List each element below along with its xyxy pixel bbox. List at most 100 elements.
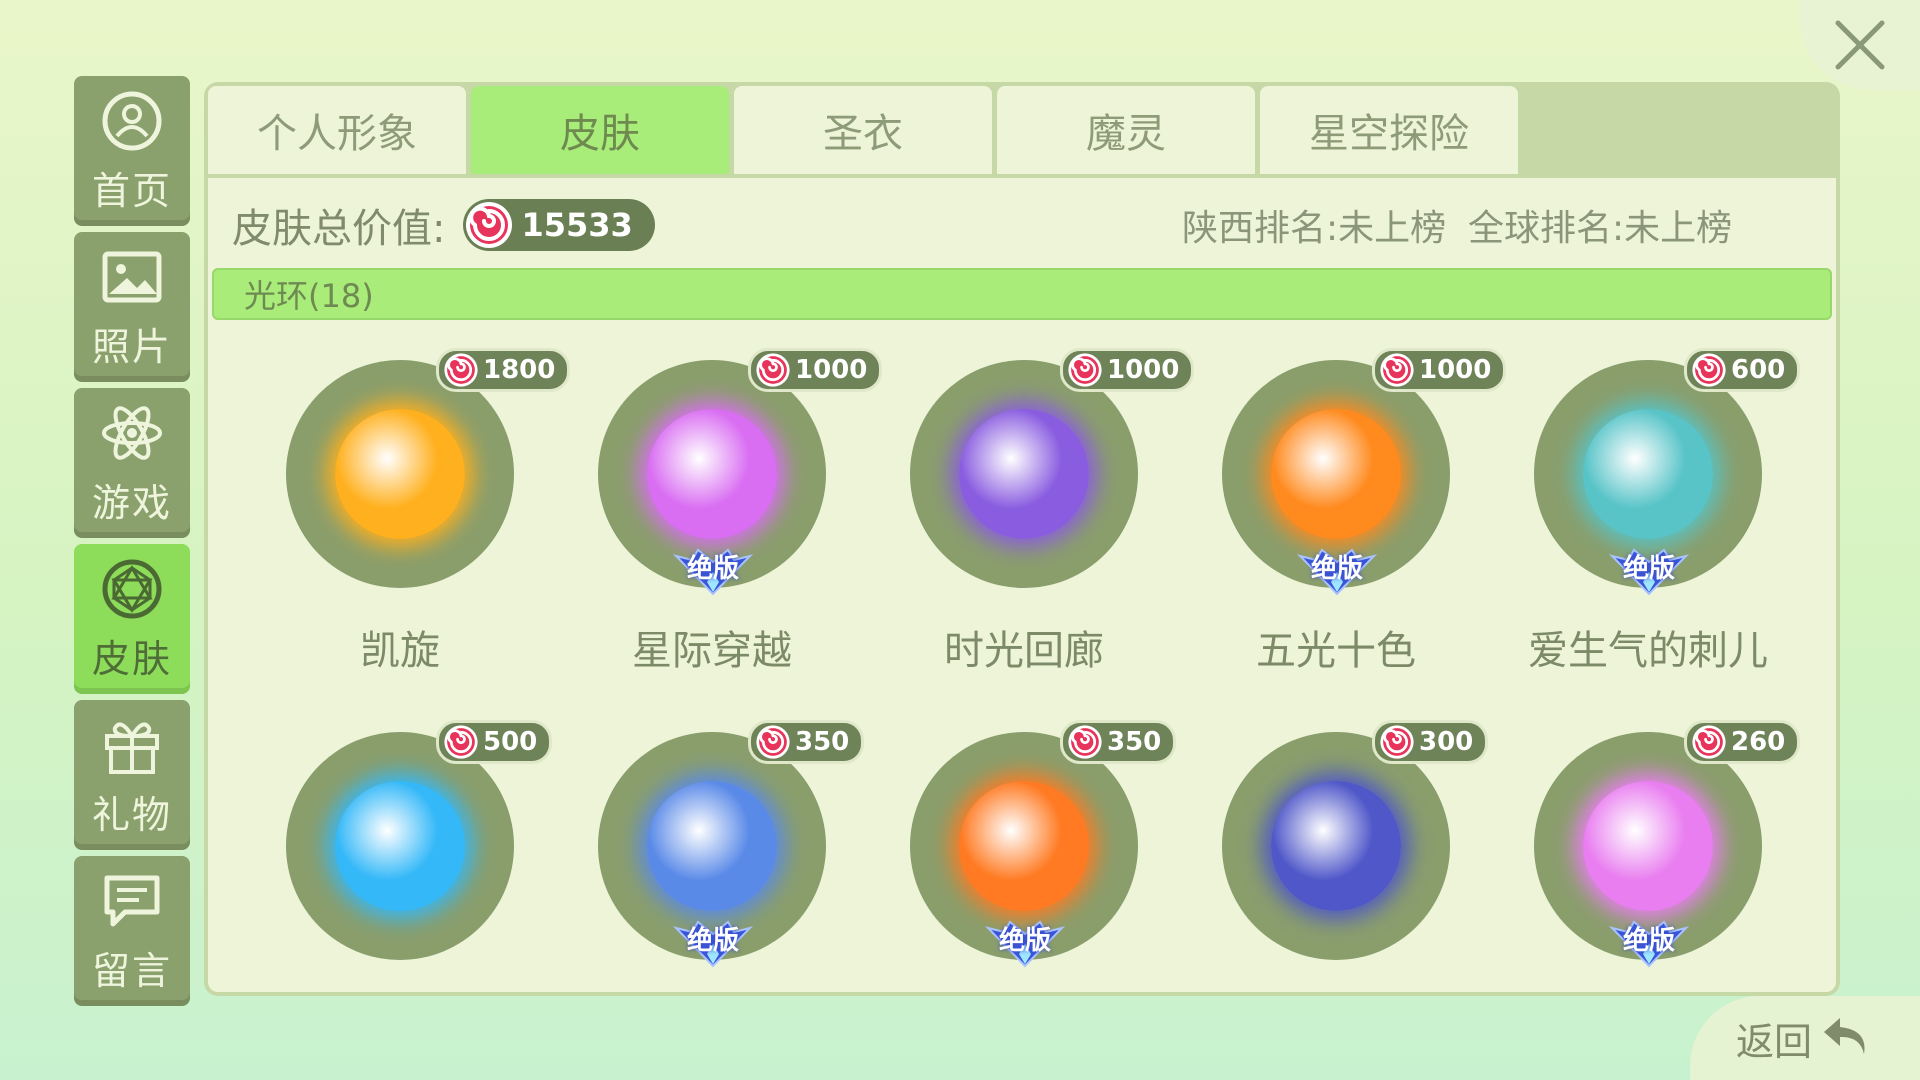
skin-name: 时光回廊 bbox=[944, 628, 1104, 674]
tab-holy-cloth[interactable]: 圣衣 bbox=[734, 86, 992, 174]
sidebar-item-home[interactable]: 首页 bbox=[74, 76, 190, 226]
skin-item[interactable]: 300 bbox=[1168, 720, 1489, 1060]
tab-bar: 个人形象 皮肤 圣衣 魔灵 星空探险 bbox=[208, 86, 1523, 178]
back-arrow-icon bbox=[1824, 1018, 1865, 1054]
close-icon bbox=[1835, 20, 1885, 70]
skin-item[interactable]: 1000 绝版 星际穿越 bbox=[544, 348, 883, 688]
limited-label: 绝版 bbox=[686, 553, 739, 584]
halo-orb bbox=[1271, 409, 1401, 539]
limited-label: 绝版 bbox=[1622, 553, 1675, 584]
total-value: 15533 bbox=[521, 206, 633, 244]
limited-label: 绝版 bbox=[1310, 553, 1363, 584]
price-value: 350 bbox=[1107, 727, 1162, 757]
sidebar-item-label: 皮肤 bbox=[91, 636, 172, 681]
halo-orb bbox=[1271, 781, 1401, 911]
sidebar-item-game[interactable]: 游戏 bbox=[74, 388, 190, 538]
sidebar: 首页 照片 游戏 皮肤 礼物 留言 bbox=[74, 76, 190, 1012]
price-value: 500 bbox=[483, 727, 538, 757]
tab-skin[interactable]: 皮肤 bbox=[471, 86, 729, 174]
skin-item[interactable]: 1800 凯旋 bbox=[232, 348, 571, 688]
category-header[interactable]: 光环(18) bbox=[212, 268, 1832, 320]
candy-icon bbox=[1380, 353, 1414, 387]
candy-icon bbox=[756, 725, 790, 759]
price-badge: 600 bbox=[1684, 348, 1801, 392]
price-badge: 350 bbox=[748, 720, 865, 764]
candy-icon bbox=[466, 202, 513, 248]
sidebar-item-photo[interactable]: 照片 bbox=[74, 232, 190, 382]
limited-label: 绝版 bbox=[998, 925, 1051, 956]
total-value-label: 皮肤总价值: bbox=[232, 206, 446, 252]
skin-preview bbox=[286, 732, 514, 960]
atom-icon bbox=[102, 405, 162, 460]
halo-orb bbox=[335, 781, 465, 911]
photo-icon bbox=[102, 251, 162, 302]
skin-item[interactable]: 350 绝版 bbox=[856, 720, 1177, 1060]
skin-name: 五光十色 bbox=[1256, 628, 1416, 674]
back-label: 返回 bbox=[1735, 1019, 1812, 1064]
sidebar-item-label: 游戏 bbox=[91, 480, 172, 525]
price-badge: 350 bbox=[1060, 720, 1177, 764]
global-rank: 全球排名:未上榜 bbox=[1468, 208, 1733, 249]
sidebar-item-label: 礼物 bbox=[91, 792, 172, 837]
skin-preview bbox=[1222, 732, 1450, 960]
skin-item[interactable]: 600 绝版爱生气的刺儿 bbox=[1480, 348, 1801, 688]
back-button[interactable]: 返回 bbox=[1690, 996, 1920, 1080]
skin-item[interactable]: 1000 时光回廊 bbox=[856, 348, 1195, 688]
price-value: 260 bbox=[1731, 727, 1786, 757]
candy-icon bbox=[1380, 725, 1414, 759]
price-badge: 500 bbox=[436, 720, 553, 764]
province-rank: 陕西排名:未上榜 bbox=[1182, 208, 1447, 249]
sidebar-item-gift[interactable]: 礼物 bbox=[74, 700, 190, 850]
gift-icon bbox=[105, 721, 159, 774]
tab-star-adventure[interactable]: 星空探险 bbox=[1260, 86, 1518, 174]
limited-label: 绝版 bbox=[1622, 925, 1675, 956]
sidebar-item-skin[interactable]: 皮肤 bbox=[74, 544, 190, 694]
halo-orb bbox=[335, 409, 465, 539]
candy-icon bbox=[756, 353, 790, 387]
candy-icon bbox=[1068, 353, 1102, 387]
sidebar-item-label: 首页 bbox=[91, 168, 172, 213]
tab-spirit[interactable]: 魔灵 bbox=[997, 86, 1255, 174]
limited-badge: 绝版 bbox=[1292, 542, 1382, 598]
price-badge: 260 bbox=[1684, 720, 1801, 764]
halo-orb bbox=[647, 409, 777, 539]
skin-grid: 1800 凯旋 1000 绝版 星际穿越 1000 时光回廊 1000 绝版 五光十色 600 绝版爱… bbox=[208, 348, 1836, 988]
candy-icon bbox=[444, 353, 478, 387]
limited-badge: 绝版 bbox=[668, 914, 758, 970]
skin-preview bbox=[910, 360, 1138, 588]
candy-icon bbox=[444, 725, 478, 759]
skin-name: 凯旋 bbox=[360, 628, 440, 674]
limited-badge: 绝版 bbox=[668, 542, 758, 598]
halo-orb bbox=[647, 781, 777, 911]
limited-badge: 绝版 bbox=[1604, 914, 1694, 970]
price-value: 300 bbox=[1419, 727, 1474, 757]
skin-name: 星际穿越 bbox=[632, 628, 792, 674]
skin-panel: 个人形象 皮肤 圣衣 魔灵 星空探险 皮肤总价值: 15533 陕西排名:未上榜… bbox=[204, 82, 1840, 996]
sidebar-item-label: 留言 bbox=[91, 948, 172, 993]
close-button[interactable] bbox=[1800, 0, 1920, 90]
message-icon bbox=[104, 875, 160, 926]
skin-name: 爱生气的刺儿 bbox=[1528, 628, 1768, 674]
candy-icon bbox=[1068, 725, 1102, 759]
skin-preview bbox=[286, 360, 514, 588]
limited-label: 绝版 bbox=[686, 925, 739, 956]
sidebar-item-label: 照片 bbox=[91, 324, 172, 369]
halo-orb bbox=[1583, 781, 1713, 911]
skin-item[interactable]: 1000 绝版 五光十色 bbox=[1168, 348, 1507, 688]
candy-icon bbox=[1692, 353, 1726, 387]
skin-item[interactable]: 350 绝版 bbox=[544, 720, 865, 1060]
sidebar-item-message[interactable]: 留言 bbox=[74, 856, 190, 1006]
skin-item[interactable]: 500 bbox=[232, 720, 553, 1060]
candy-icon bbox=[1692, 725, 1726, 759]
value-summary: 皮肤总价值: 15533 陕西排名:未上榜 全球排名:未上榜 bbox=[232, 190, 1806, 260]
halo-orb bbox=[959, 409, 1089, 539]
halo-orb bbox=[1583, 409, 1713, 539]
gem-icon bbox=[102, 559, 162, 618]
home-icon bbox=[102, 91, 162, 150]
tab-avatar[interactable]: 个人形象 bbox=[208, 86, 466, 174]
price-value: 350 bbox=[795, 727, 850, 757]
skin-content: 皮肤总价值: 15533 陕西排名:未上榜 全球排名:未上榜 光环(18) 18… bbox=[208, 178, 1836, 992]
price-badge: 300 bbox=[1372, 720, 1489, 764]
halo-orb bbox=[959, 781, 1089, 911]
limited-badge: 绝版 bbox=[980, 914, 1070, 970]
